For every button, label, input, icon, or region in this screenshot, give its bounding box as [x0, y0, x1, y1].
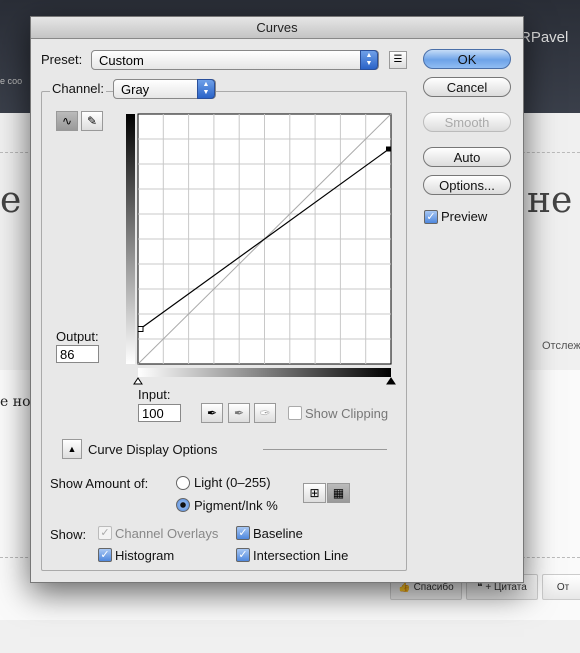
- light-label: Light (0–255): [194, 475, 271, 490]
- curves-graph[interactable]: [126, 111, 396, 396]
- curve-display-options-label: Curve Display Options: [88, 442, 218, 457]
- channel-overlays-label: Channel Overlays: [115, 526, 219, 541]
- input-gradient-bar: [138, 368, 391, 377]
- light-radio[interactable]: [176, 476, 190, 490]
- dialog-title: Curves: [31, 17, 523, 39]
- quote-label: + Цитата: [485, 581, 527, 593]
- chevron-updown-icon: ▲ ▼: [197, 79, 215, 99]
- curves-dialog: Curves Preset: Custom ▲ ▼ ☰ OK Cancel Smo…: [30, 16, 524, 583]
- heading-fragment-right: не: [527, 180, 573, 221]
- detailed-grid-icon[interactable]: ▦: [327, 483, 350, 503]
- quote-icon: ❝: [477, 581, 486, 593]
- gray-eyedropper-icon[interactable]: ✒: [228, 403, 250, 423]
- channel-value: Gray: [121, 82, 150, 97]
- follow-link[interactable]: Отслеж: [542, 340, 580, 352]
- preview-label: Preview: [441, 209, 488, 224]
- pencil-tool-icon[interactable]: ✎: [81, 111, 103, 131]
- intersection-line-checkbox[interactable]: ✓: [236, 548, 250, 562]
- curve-point-start: [137, 326, 144, 332]
- chevron-updown-icon: ▲ ▼: [360, 50, 378, 70]
- show-clipping-label: Show Clipping: [305, 406, 389, 421]
- histogram-checkbox[interactable]: ✓: [98, 548, 112, 562]
- smooth-button[interactable]: Smooth: [423, 112, 511, 132]
- pigment-label: Pigment/Ink %: [194, 498, 278, 513]
- header-left-text: е соо: [0, 76, 23, 86]
- curve-tool-icon[interactable]: ∿: [56, 111, 78, 131]
- input-label: Input:: [138, 387, 171, 402]
- cancel-button[interactable]: Cancel: [423, 77, 511, 97]
- preset-options-icon[interactable]: ☰: [389, 51, 407, 69]
- preset-label: Preset:: [41, 52, 83, 67]
- auto-button[interactable]: Auto: [423, 147, 511, 167]
- show-clipping-checkbox[interactable]: [288, 406, 302, 420]
- channel-overlays-checkbox[interactable]: ✓: [98, 526, 112, 540]
- intersection-line-label: Intersection Line: [253, 548, 349, 563]
- preset-value: Custom: [99, 53, 144, 68]
- ok-button[interactable]: OK: [423, 49, 511, 69]
- white-eyedropper-icon[interactable]: ✒: [254, 403, 276, 423]
- black-point-slider: [133, 377, 143, 385]
- baseline-checkbox[interactable]: ✓: [236, 526, 250, 540]
- options-button[interactable]: Options...: [423, 175, 511, 195]
- output-label: Output:: [56, 329, 99, 344]
- black-eyedropper-icon[interactable]: ✒: [201, 403, 223, 423]
- histogram-label: Histogram: [115, 548, 175, 563]
- section-divider: [263, 449, 387, 450]
- simple-grid-icon[interactable]: ⊞: [303, 483, 326, 503]
- channel-label: Channel:: [50, 81, 107, 96]
- disclosure-triangle-icon[interactable]: ▲: [62, 439, 82, 459]
- output-gradient-bar: [126, 114, 135, 364]
- thumb-icon: 👍: [398, 581, 414, 593]
- white-point-slider: [386, 377, 396, 385]
- show-label: Show:: [50, 527, 87, 542]
- reply-label: От: [556, 581, 570, 593]
- header-username[interactable]: RPavel: [520, 29, 568, 46]
- output-field[interactable]: 86: [56, 345, 99, 363]
- curve-point-end: [386, 146, 391, 152]
- input-field[interactable]: 100: [138, 404, 181, 422]
- baseline-label: Baseline: [253, 526, 303, 541]
- channel-select[interactable]: Gray ▲ ▼: [113, 79, 216, 99]
- preview-checkbox[interactable]: ✓: [424, 210, 438, 224]
- thanks-label: Спасибо: [413, 581, 454, 593]
- heading-fragment-left: е: [0, 180, 22, 221]
- pigment-radio[interactable]: [176, 498, 190, 512]
- preset-select[interactable]: Custom ▲ ▼: [91, 50, 379, 70]
- reply-button[interactable]: От: [542, 574, 580, 600]
- show-amount-label: Show Amount of:: [50, 476, 149, 491]
